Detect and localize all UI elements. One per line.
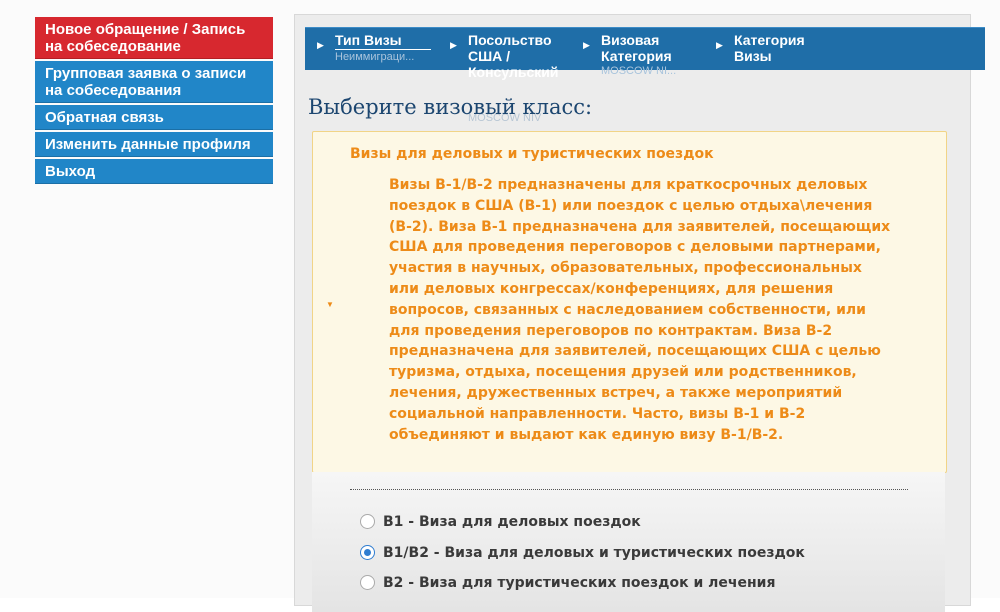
divider [350, 489, 908, 490]
sidebar: Новое обращение / Запись на собеседовани… [35, 17, 273, 186]
main-panel: ▶ Тип Визы Неиммиграци... ▶ Посольство С… [294, 14, 985, 612]
step-visa-category[interactable]: ▶ Визовая Категория MOSCOW NI... [583, 32, 701, 77]
sidebar-item-logout[interactable]: Выход [35, 159, 273, 184]
chevron-right-icon: ▶ [716, 40, 723, 50]
option-b1[interactable]: B1 - Виза для деловых поездок [360, 513, 641, 530]
step-visa-class[interactable]: ▶ Категория Визы [716, 32, 844, 64]
sidebar-item-group-request[interactable]: Групповая заявка о записи на собеседован… [35, 61, 273, 103]
sidebar-item-new-request[interactable]: Новое обращение / Запись на собеседовани… [35, 17, 273, 59]
radio-button[interactable] [360, 574, 375, 590]
step-embassy[interactable]: ▶ Посольство США / Консульский [450, 32, 573, 80]
option-label: B1 - Виза для деловых поездок [383, 514, 641, 530]
option-label: B1/B2 - Виза для деловых и туристических… [383, 545, 805, 561]
chevron-right-icon: ▶ [317, 40, 324, 50]
step-label: Категория Визы [734, 32, 805, 64]
sidebar-item-feedback[interactable]: Обратная связь [35, 105, 273, 130]
caret-down-icon[interactable]: ▼ [326, 300, 334, 309]
step-visa-type[interactable]: ▶ Тип Визы Неиммиграци... [317, 32, 431, 63]
visa-class-options: B1 - Виза для деловых поездок B1/B2 - Ви… [312, 472, 945, 612]
step-label: Визовая Категория [601, 32, 672, 64]
chevron-right-icon: ▶ [583, 40, 590, 50]
sidebar-item-edit-profile[interactable]: Изменить данные профиля [35, 132, 273, 157]
step-value: MOSCOW NI... [601, 65, 677, 77]
wizard-steps-bar: ▶ Тип Визы Неиммиграци... ▶ Посольство С… [305, 27, 985, 80]
page-title: Выберите визовый класс: [308, 95, 593, 119]
visa-info-box: Визы для деловых и туристических поездок… [312, 131, 947, 473]
radio-button[interactable] [360, 513, 375, 529]
step-label: Тип Визы [335, 32, 431, 50]
step-value: Неиммиграци... [335, 51, 415, 63]
chevron-right-icon: ▶ [450, 40, 457, 50]
step-label: Посольство США / Консульский [468, 32, 559, 80]
info-description: Визы B-1/B-2 предназначены для краткосро… [389, 177, 891, 443]
option-b2[interactable]: B2 - Виза для туристических поездок и ле… [360, 574, 776, 591]
option-b1-b2[interactable]: B1/B2 - Виза для деловых и туристических… [360, 544, 805, 561]
radio-button-selected[interactable] [360, 544, 375, 560]
option-label: B2 - Виза для туристических поездок и ле… [383, 575, 776, 591]
info-title: Визы для деловых и туристических поездок [350, 146, 714, 162]
